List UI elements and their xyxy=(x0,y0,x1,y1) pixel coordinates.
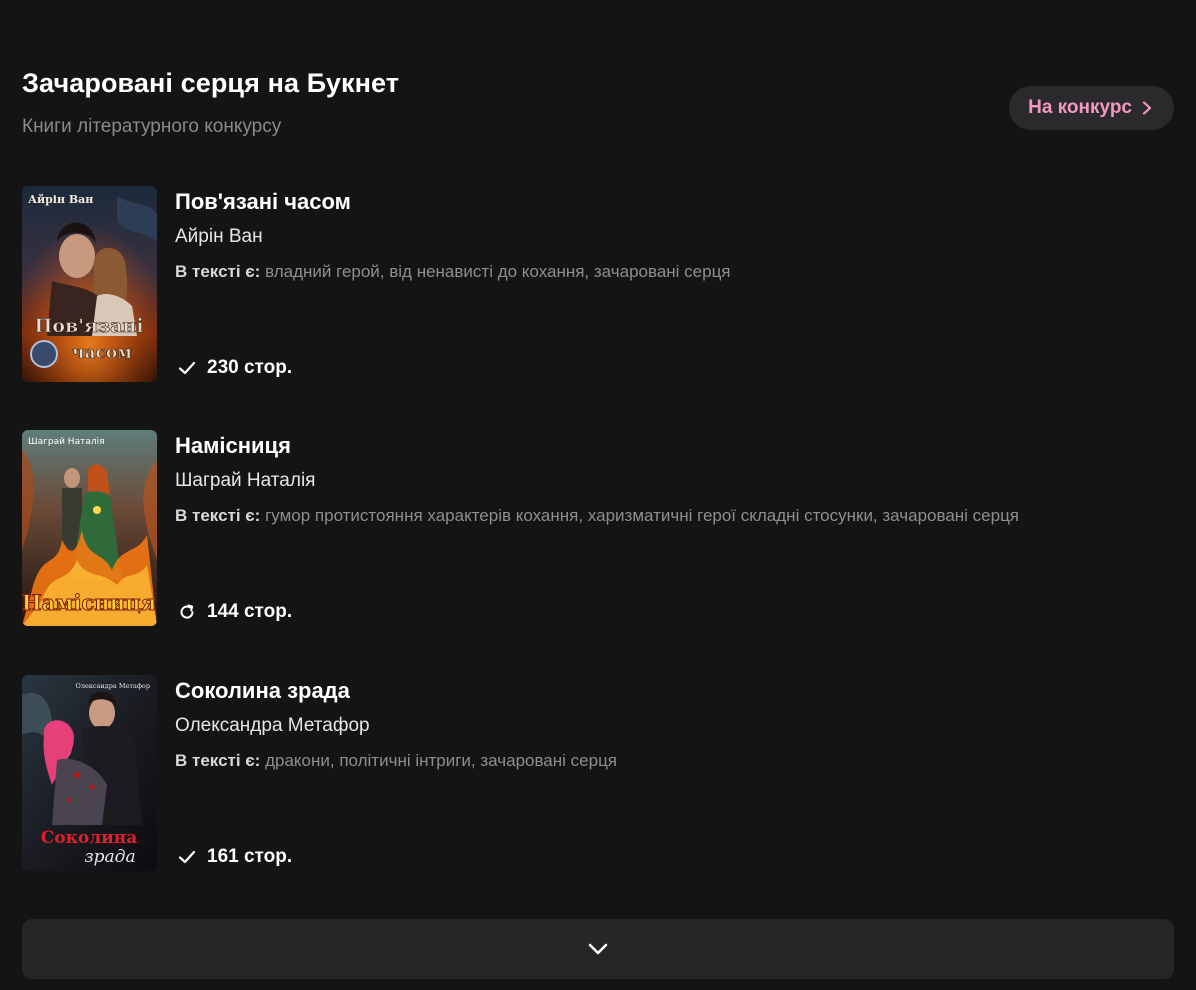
cover-author-text: Айрін Ван xyxy=(28,193,93,206)
cover-title-text: Намісниця xyxy=(22,590,156,615)
show-more-button[interactable] xyxy=(22,919,1174,979)
book-pages: 161 стор. xyxy=(177,846,292,868)
check-icon xyxy=(178,850,196,864)
book-cover[interactable]: Айрін Ван Пов'язані часом xyxy=(22,186,157,382)
cover-title-text-2: часом xyxy=(72,343,132,363)
page-count: 161 стор. xyxy=(207,846,293,867)
book-item: Олександра Метафор Соколина зрада Соколи… xyxy=(22,675,1174,871)
refresh-icon xyxy=(180,604,194,619)
chevron-right-icon xyxy=(1142,101,1152,115)
book-tags: В тексті є: дракони, політичні інтриги, … xyxy=(175,751,617,771)
book-cover[interactable]: Олександра Метафор Соколина зрада xyxy=(22,675,157,871)
book-title[interactable]: Намісниця xyxy=(175,433,291,459)
section-header: Зачаровані серця на Букнет Книги літерат… xyxy=(22,68,1174,148)
tags-value: гумор протистояння характерів кохання, х… xyxy=(265,506,1020,525)
book-title[interactable]: Соколина зрада xyxy=(175,678,350,704)
tags-label: В тексті є: xyxy=(175,262,261,281)
check-icon xyxy=(178,361,196,375)
page-count: 230 стор. xyxy=(207,357,293,378)
cover-author-text: Олександра Метафор xyxy=(76,682,150,690)
book-pages: 230 стор. xyxy=(177,357,292,379)
book-item: Шаграй Наталія Намісниця Намісниця Шагра… xyxy=(22,430,1174,626)
page-count: 144 стор. xyxy=(207,601,293,622)
section-title: Зачаровані серця на Букнет xyxy=(22,68,400,98)
contest-button[interactable]: На конкурс xyxy=(1009,86,1174,130)
section-subtitle: Книги літературного конкурсу xyxy=(22,116,282,137)
book-tags: В тексті є: гумор протистояння характері… xyxy=(175,506,1019,526)
tags-value: владний герой, від ненависті до кохання,… xyxy=(265,262,731,281)
contest-button-label: На конкурс xyxy=(1028,97,1132,118)
book-tags: В тексті є: владний герой, від ненависті… xyxy=(175,262,731,282)
tags-label: В тексті є: xyxy=(175,506,261,525)
tags-value: дракони, політичні інтриги, зачаровані с… xyxy=(265,751,618,770)
cover-title-text-2: зрада xyxy=(84,847,135,867)
book-cover[interactable]: Шаграй Наталія Намісниця xyxy=(22,430,157,626)
book-author[interactable]: Шаграй Наталія xyxy=(175,470,315,492)
book-title[interactable]: Пов'язані часом xyxy=(175,189,351,215)
cover-title-text: Пов'язані xyxy=(34,315,143,337)
book-author[interactable]: Айрін Ван xyxy=(175,226,263,248)
book-pages: 144 стор. xyxy=(177,601,292,623)
cover-title-text: Соколина xyxy=(41,828,138,848)
cover-author-text: Шаграй Наталія xyxy=(28,437,105,447)
tags-label: В тексті є: xyxy=(175,751,261,770)
book-author[interactable]: Олександра Метафор xyxy=(175,715,370,737)
book-item: Айрін Ван Пов'язані часом Пов'язані часо… xyxy=(22,186,1174,382)
chevron-down-icon xyxy=(588,943,608,955)
